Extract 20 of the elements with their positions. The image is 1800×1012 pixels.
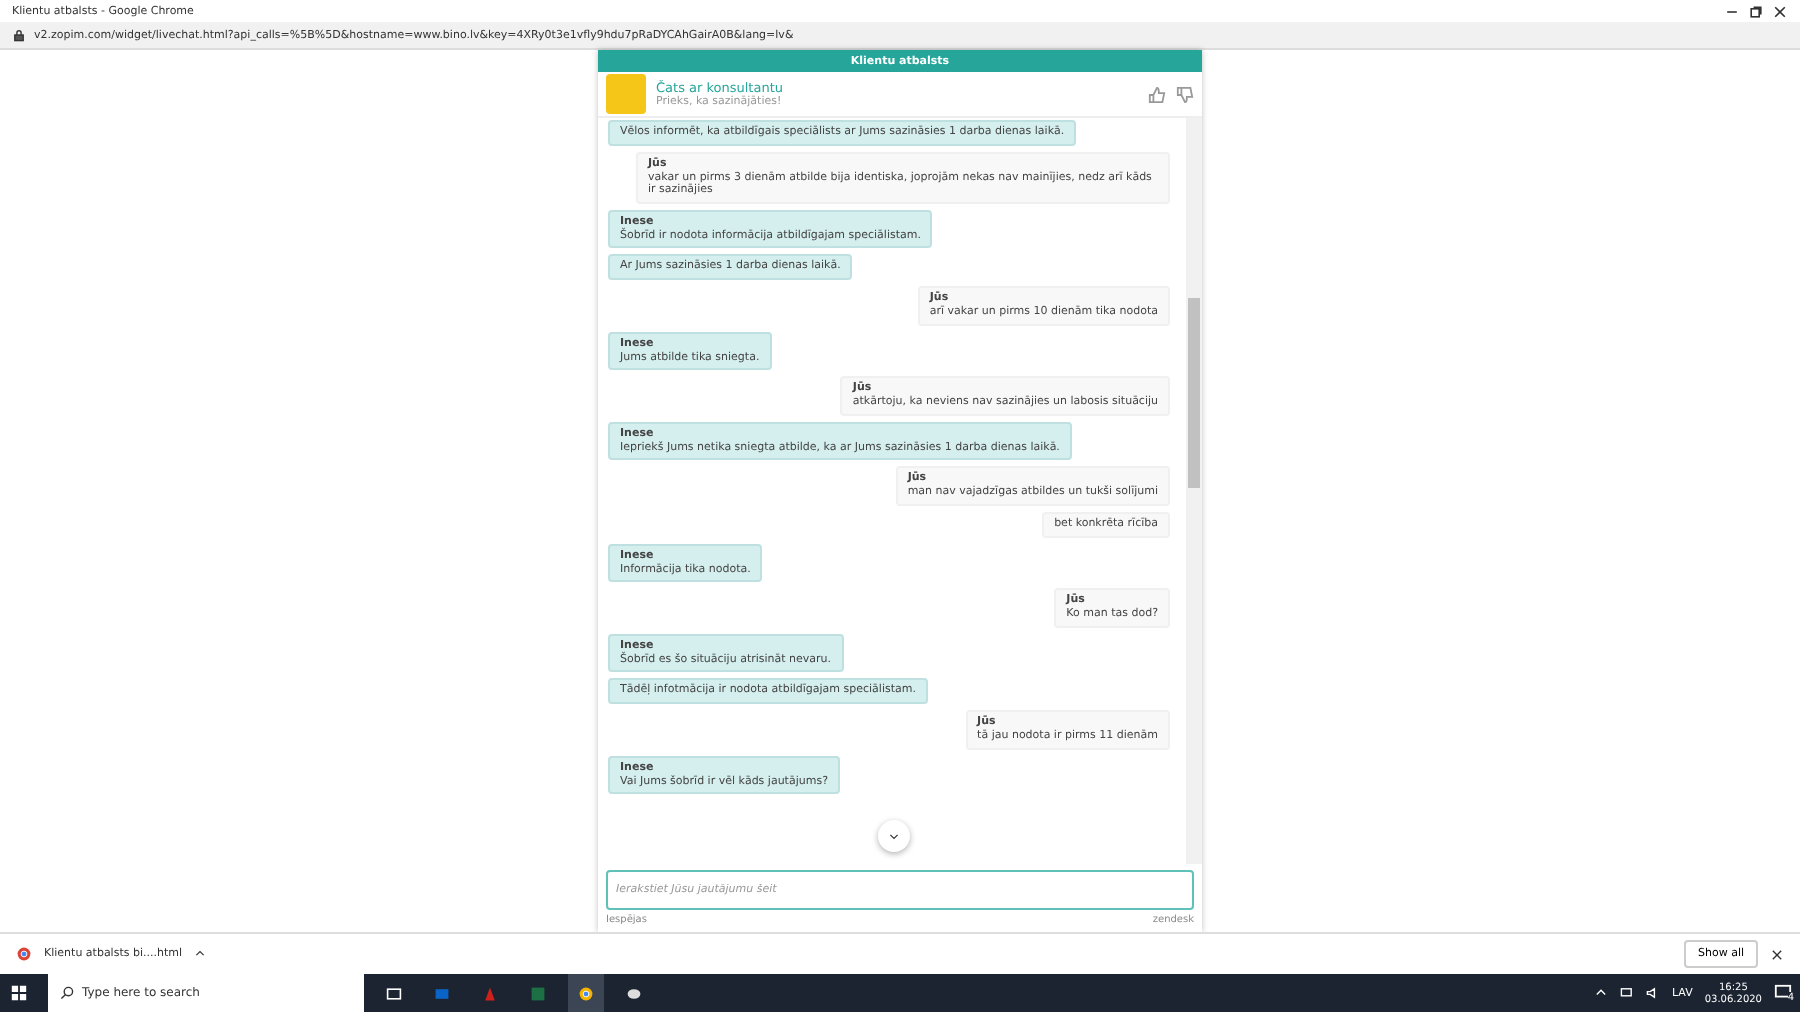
close-icon[interactable] bbox=[1770, 947, 1784, 961]
pdf-app-icon[interactable] bbox=[482, 985, 498, 1001]
windows-start-icon[interactable] bbox=[9, 984, 27, 1002]
avatar-drawing bbox=[606, 74, 646, 114]
search-icon bbox=[60, 986, 74, 1000]
chevron-down-icon bbox=[888, 830, 900, 842]
task-view-icon[interactable] bbox=[386, 985, 402, 1001]
browser-logo-icon[interactable] bbox=[578, 985, 594, 1001]
mail-app-icon[interactable] bbox=[434, 985, 450, 1001]
thumbs-down-icon[interactable] bbox=[1176, 85, 1194, 103]
volume-icon[interactable] bbox=[1645, 986, 1660, 1000]
restore-icon[interactable] bbox=[1748, 3, 1764, 19]
notification-icon[interactable] bbox=[1774, 984, 1792, 1002]
caret-up-icon[interactable] bbox=[1593, 986, 1608, 1000]
spreadsheet-app-icon[interactable] bbox=[530, 985, 546, 1001]
thumbs-up-icon[interactable] bbox=[1148, 85, 1166, 103]
caret-up-icon[interactable] bbox=[194, 948, 207, 960]
browser-logo-icon bbox=[16, 946, 32, 962]
lock-icon bbox=[12, 28, 26, 42]
close-icon[interactable] bbox=[1772, 3, 1788, 19]
